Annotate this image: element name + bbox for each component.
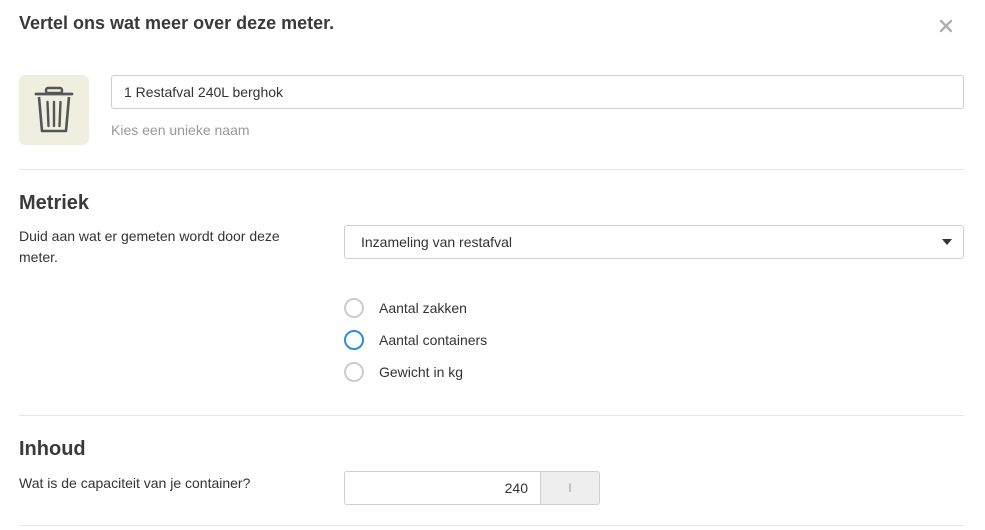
close-icon bbox=[939, 19, 953, 33]
capacity-question: Wat is de capaciteit van je container? bbox=[19, 475, 251, 491]
meter-icon-tile[interactable] bbox=[19, 75, 89, 145]
capacity-unit-addon: l bbox=[540, 471, 600, 505]
section-divider bbox=[19, 525, 964, 526]
radio-button[interactable] bbox=[344, 330, 364, 350]
radio-label: Aantal zakken bbox=[379, 300, 467, 316]
radio-option-aantal-containers[interactable]: Aantal containers bbox=[344, 330, 487, 350]
metric-select-value: Inzameling van restafval bbox=[361, 234, 512, 250]
radio-label: Aantal containers bbox=[379, 332, 488, 348]
trash-bin-icon bbox=[34, 86, 74, 133]
metric-description: Duid aan wat er gemeten wordt door deze … bbox=[19, 228, 280, 265]
radio-label: Gewicht in kg bbox=[379, 364, 464, 380]
meter-name-input[interactable] bbox=[111, 75, 964, 109]
metric-select[interactable]: Inzameling van restafval bbox=[344, 225, 964, 259]
close-button[interactable] bbox=[936, 16, 956, 36]
meter-name-hint: Kies een unieke naam bbox=[111, 122, 250, 138]
radio-button[interactable] bbox=[344, 362, 364, 382]
radio-option-aantal-zakken[interactable]: Aantal zakken bbox=[344, 298, 467, 318]
radio-button[interactable] bbox=[344, 298, 364, 318]
modal-title: Vertel ons wat meer over deze meter. bbox=[19, 13, 335, 33]
meter-modal: Vertel ons wat meer over deze meter. Kie… bbox=[0, 0, 985, 530]
capacity-input[interactable] bbox=[344, 471, 540, 505]
section-divider bbox=[19, 169, 964, 170]
content-section-title: Inhoud bbox=[19, 438, 86, 460]
chevron-down-icon bbox=[942, 239, 952, 245]
capacity-input-group: l bbox=[344, 471, 600, 505]
metric-section-title: Metriek bbox=[19, 192, 90, 214]
radio-option-gewicht-in-kg[interactable]: Gewicht in kg bbox=[344, 362, 463, 382]
section-divider bbox=[19, 415, 964, 416]
